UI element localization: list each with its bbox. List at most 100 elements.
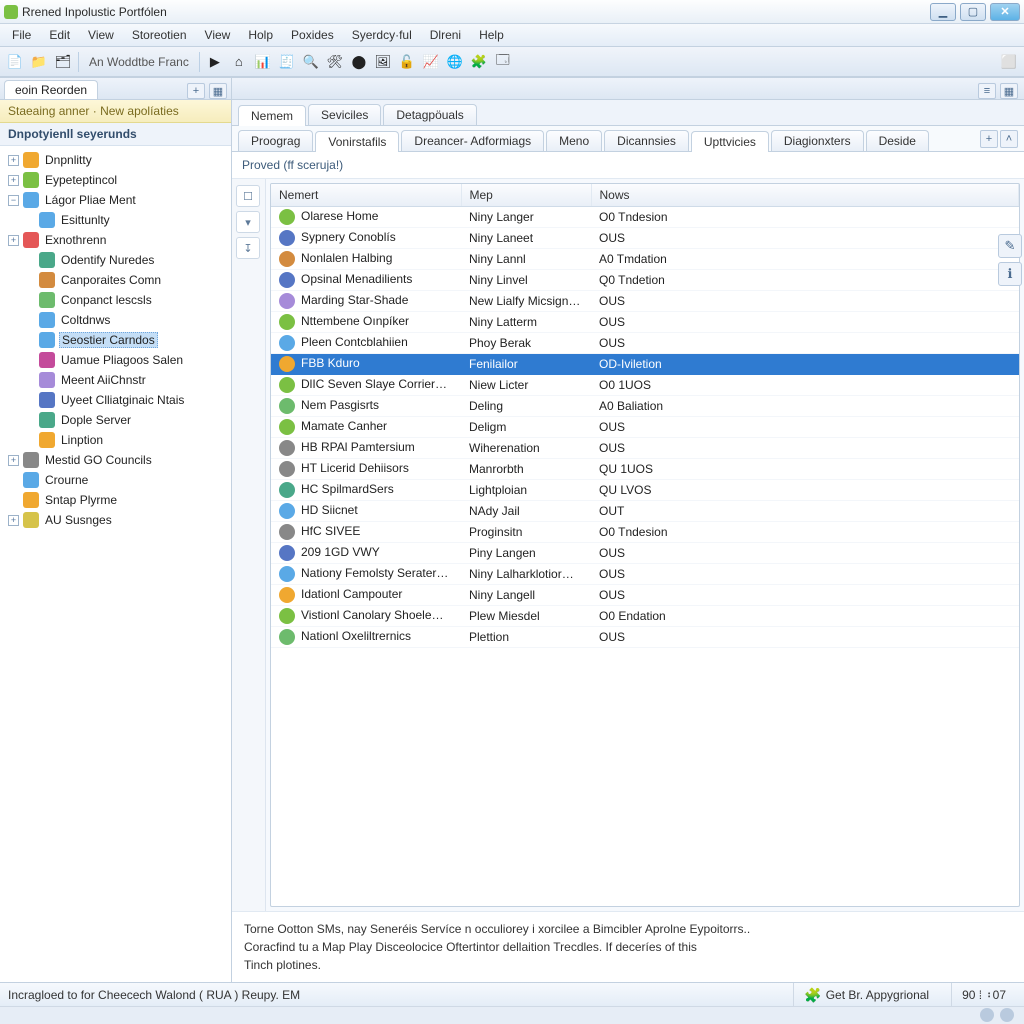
tree-item[interactable]: +Mestid GO Councils xyxy=(2,450,229,470)
close-button[interactable]: ✕ xyxy=(990,3,1020,21)
tree-item[interactable]: Crourne xyxy=(2,470,229,490)
tree-item[interactable]: Uamue Pliagoos Salen xyxy=(2,350,229,370)
subtab-meno[interactable]: Meno xyxy=(546,130,602,151)
table-row[interactable]: Idationl CampouterNiny LangellOUS xyxy=(271,585,1019,606)
minimize-button[interactable]: ▁ xyxy=(930,3,956,21)
toolbar-btn-11[interactable]: 🔓 xyxy=(396,51,418,73)
table-row[interactable]: Mamate CanherDeligmOUS xyxy=(271,417,1019,438)
tree-item[interactable]: +Dnpnlitty xyxy=(2,150,229,170)
toolbar-btn-15[interactable]: 🗔 xyxy=(492,51,514,73)
left-tab-main[interactable]: eoin Reorden xyxy=(4,80,98,99)
tree-item[interactable]: Coltdnws xyxy=(2,310,229,330)
table-row[interactable]: Nem PasgisrtsDelingA0 Baliation xyxy=(271,396,1019,417)
tree-expander-icon[interactable]: + xyxy=(8,175,19,186)
menu-dlreni[interactable]: Dlreni xyxy=(422,26,469,44)
tree-item[interactable]: Uyeet Clliatginaic Ntais xyxy=(2,390,229,410)
table-row[interactable]: Opsinal MenadilientsNiny LinvelQ0 Tndeti… xyxy=(271,270,1019,291)
toolbar-btn-14[interactable]: 🧩 xyxy=(468,51,490,73)
tab-seviciles[interactable]: Seviciles xyxy=(308,104,381,125)
tab-detagpöuals[interactable]: Detagpöuals xyxy=(383,104,476,125)
tree-item[interactable]: Sntap Plyrme xyxy=(2,490,229,510)
toolbar-btn-9[interactable]: ⬤ xyxy=(348,51,370,73)
subtab-dicannsies[interactable]: Dicannsies xyxy=(604,130,689,151)
rp-mini-menu-icon[interactable]: ≡ xyxy=(978,83,996,99)
tree-item[interactable]: +Exnothrenn xyxy=(2,230,229,250)
table-row[interactable]: HfC SIVEEProginsitnO0 Tndesion xyxy=(271,522,1019,543)
table-row[interactable]: Nonlalen HalbingNiny LannlA0 Tmdation xyxy=(271,249,1019,270)
tree-item[interactable]: Dople Server xyxy=(2,410,229,430)
table-row[interactable]: DlIC Seven Slaye Corrier…Niew LicterO0 1… xyxy=(271,375,1019,396)
mini-toolbar-btn-1[interactable]: ▾ xyxy=(236,211,260,233)
table-row[interactable]: Olarese HomeNiny LangerO0 Tndesion xyxy=(271,207,1019,228)
table-row[interactable]: Nttembene OınpíkerNiny LattermOUS xyxy=(271,312,1019,333)
table-row[interactable]: Nationy Femolsty Serater…Niny Lalharklot… xyxy=(271,564,1019,585)
table-row[interactable]: HB RPAl PamtersiumWiherenationOUS xyxy=(271,438,1019,459)
rp-mini-grid-icon[interactable]: ▦ xyxy=(1000,83,1018,99)
maximize-button[interactable]: ▢ xyxy=(960,3,986,21)
toolbar-btn-1[interactable]: 📁 xyxy=(28,51,50,73)
toolbar-btn-2[interactable]: 🗂 xyxy=(52,51,74,73)
tree-item[interactable]: +Eypeteptincol xyxy=(2,170,229,190)
tree-item[interactable]: Linption xyxy=(2,430,229,450)
subtab-dreancer- adformiags[interactable]: Dreancer- Adformiags xyxy=(401,130,544,151)
tree-item[interactable]: −Lágor Pliae Ment xyxy=(2,190,229,210)
menu-help[interactable]: Help xyxy=(471,26,512,44)
col-nemert[interactable]: Nemert xyxy=(271,184,461,207)
toolbar-btn-6[interactable]: 🧾 xyxy=(276,51,298,73)
gutter-btn-0[interactable]: ✎ xyxy=(998,234,1022,258)
table-row[interactable]: 209 1GD VWYPiny LangenOUS xyxy=(271,543,1019,564)
menu-view[interactable]: View xyxy=(80,26,122,44)
toolbar-btn-4[interactable]: ⌂ xyxy=(228,51,250,73)
toolbar-btn-8[interactable]: 🛠 xyxy=(324,51,346,73)
table-row[interactable]: Pleen ContcblahiienPhoy BerakOUS xyxy=(271,333,1019,354)
tree-item[interactable]: Meent AiiChnstr xyxy=(2,370,229,390)
tray-icon-1[interactable] xyxy=(980,1008,994,1022)
subtab-upttvicies[interactable]: Upttvicies xyxy=(691,131,769,152)
toolbar-right-btn[interactable]: ⬜ xyxy=(998,51,1020,73)
toolbar-btn-12[interactable]: 📈 xyxy=(420,51,442,73)
mini-toolbar-btn-2[interactable]: ↧ xyxy=(236,237,260,259)
mini-toolbar-btn-0[interactable]: ☐ xyxy=(236,185,260,207)
menu-file[interactable]: File xyxy=(4,26,39,44)
toolbar-btn-10[interactable]: 🖼 xyxy=(372,51,394,73)
menu-edit[interactable]: Edit xyxy=(41,26,78,44)
toolbar-btn-5[interactable]: 📊 xyxy=(252,51,274,73)
menu-holp[interactable]: Holp xyxy=(240,26,281,44)
left-tab-grid-button[interactable]: ▦ xyxy=(209,83,227,99)
toolbar-btn-3[interactable]: ▶ xyxy=(204,51,226,73)
tree-item[interactable]: Conpanct lescsls xyxy=(2,290,229,310)
table-row[interactable]: Vistionl Canolary Shoele…Plew MiesdelO0 … xyxy=(271,606,1019,627)
tree-item[interactable]: Odentify Nuredes xyxy=(2,250,229,270)
left-tab-add-button[interactable]: + xyxy=(187,83,205,99)
subtab-vonirstafils[interactable]: Vonirstafils xyxy=(315,131,399,152)
tree-expander-icon[interactable]: + xyxy=(8,155,19,166)
toolbar-btn-7[interactable]: 🔍 xyxy=(300,51,322,73)
menu-syerdcy·ful[interactable]: Syerdcy·ful xyxy=(344,26,420,44)
tray-icon-2[interactable] xyxy=(1000,1008,1014,1022)
toolbar-btn-13[interactable]: 🌐 xyxy=(444,51,466,73)
subtab-proograg[interactable]: Proograg xyxy=(238,130,313,151)
subtab-ctrl-1[interactable]: ˄ xyxy=(1000,130,1018,148)
table-row[interactable]: HD SiicnetNAdy JailOUT xyxy=(271,501,1019,522)
tree-item[interactable]: Esittunlty xyxy=(2,210,229,230)
tree-expander-icon[interactable]: − xyxy=(8,195,19,206)
menu-view[interactable]: View xyxy=(197,26,239,44)
table-row[interactable]: Sypnery ConoblísNiny LaneetOUS xyxy=(271,228,1019,249)
tree-item[interactable]: +AU Susnges xyxy=(2,510,229,530)
tree-item[interactable]: Canporaites Comn xyxy=(2,270,229,290)
tab-nemem[interactable]: Nemem xyxy=(238,105,306,126)
table-row[interactable]: HT Licerid DehiisorsManrorbthQU 1UOS xyxy=(271,459,1019,480)
toolbar-btn-0[interactable]: 📄 xyxy=(4,51,26,73)
subtab-deside[interactable]: Deside xyxy=(866,130,929,151)
status-right1[interactable]: 🧩 Get Br. Appygrional xyxy=(793,983,939,1006)
col-nows[interactable]: Nows xyxy=(591,184,1019,207)
tree-item[interactable]: Seostier Carndos xyxy=(2,330,229,350)
gutter-btn-1[interactable]: ℹ xyxy=(998,262,1022,286)
tree-expander-icon[interactable]: + xyxy=(8,455,19,466)
tree-expander-icon[interactable]: + xyxy=(8,235,19,246)
table-row[interactable]: Nationl OxeliltrernicsPlettionOUS xyxy=(271,627,1019,648)
table-row[interactable]: Marding Star-ShadeNew Lialfy Micsign…OUS xyxy=(271,291,1019,312)
subtab-ctrl-0[interactable]: + xyxy=(980,130,998,148)
menu-storeotien[interactable]: Storeotien xyxy=(124,26,195,44)
subtab-diagionxters[interactable]: Diagionxters xyxy=(771,130,864,151)
